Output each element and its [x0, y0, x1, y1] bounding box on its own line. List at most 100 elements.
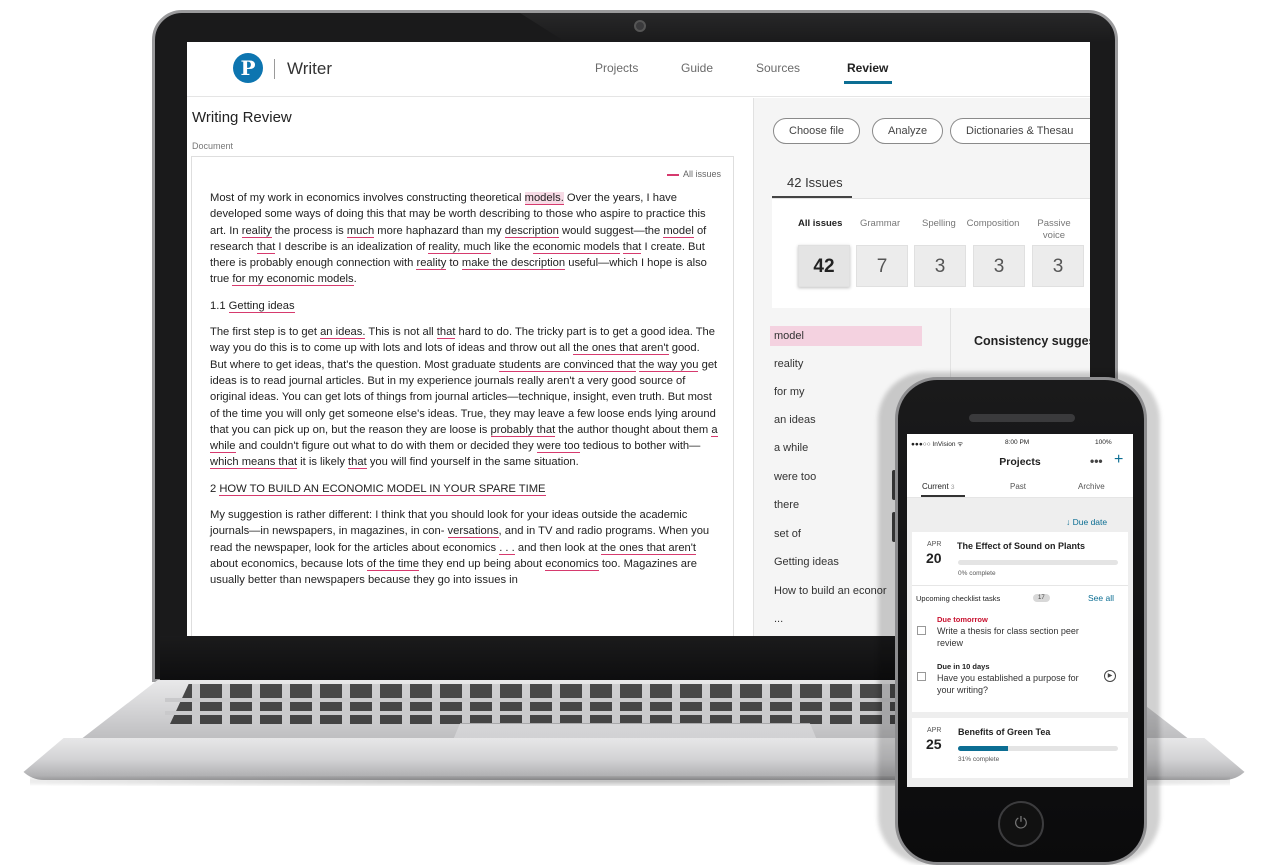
flagged-issue-text[interactable]: make the description: [461, 257, 566, 271]
category-grammar[interactable]: Grammar: [860, 218, 900, 229]
project-card[interactable]: APR 20 The Effect of Sound on Plants 0% …: [912, 532, 1128, 712]
flagged-issue-text[interactable]: versations: [447, 525, 499, 539]
count-all-issues[interactable]: 42: [798, 245, 850, 287]
issue-word-item[interactable]: reality: [770, 354, 922, 374]
body-text: The first step is to get: [210, 326, 321, 339]
project-title: The Effect of Sound on Plants: [957, 541, 1085, 551]
selected-issue-text[interactable]: models.: [524, 192, 564, 205]
body-text: tedious to bother with—: [579, 440, 701, 453]
count-spelling[interactable]: 3: [914, 245, 966, 287]
sort-due-date-button[interactable]: ↓ Due date: [1066, 517, 1107, 527]
paragraph: My suggestion is rather different: I thi…: [210, 507, 718, 588]
flagged-issue-text[interactable]: which means that: [210, 456, 298, 470]
nav-projects[interactable]: Projects: [595, 61, 638, 75]
paragraph: But where to get ideas, that's the quest…: [210, 357, 718, 471]
flagged-issue-text[interactable]: HOW TO BUILD AN ECONOMIC MODEL IN YOUR S…: [219, 482, 546, 496]
lid-glare: [520, 13, 1110, 43]
count-grammar[interactable]: 7: [856, 245, 908, 287]
body-text: Most of my work in economics involves co…: [210, 192, 525, 204]
flagged-issue-text[interactable]: economic models: [532, 240, 620, 254]
tab-current[interactable]: Current 3: [922, 482, 955, 491]
document-label: Document: [192, 141, 234, 151]
category-passive-voice[interactable]: Passive voice: [1037, 218, 1071, 242]
flagged-issue-text[interactable]: much: [346, 224, 375, 238]
add-project-icon[interactable]: +: [1114, 451, 1123, 469]
flagged-issue-text[interactable]: that: [256, 240, 276, 254]
body-text: .: [353, 273, 357, 286]
tab-archive[interactable]: Archive: [1078, 482, 1105, 491]
flagged-issue-text[interactable]: that: [622, 240, 642, 254]
page-title: Writing Review: [192, 109, 292, 126]
webcam-icon: [634, 20, 646, 32]
pearson-logo-icon[interactable]: P: [233, 53, 263, 83]
flagged-issue-text[interactable]: Getting ideas: [228, 299, 295, 313]
dictionaries-thesaurus-button[interactable]: Dictionaries & Thesau: [950, 118, 1090, 144]
tab-past[interactable]: Past: [1010, 482, 1026, 491]
app-name: Writer: [287, 59, 333, 78]
task-text: Have you established a purpose for your …: [937, 673, 1079, 695]
body-text: about economics, because lots: [210, 557, 367, 570]
power-icon: ⏻: [998, 801, 1044, 847]
analyze-button[interactable]: Analyze: [872, 118, 944, 144]
body-text: and then look at: [514, 541, 601, 554]
flagged-issue-text[interactable]: that: [348, 456, 367, 470]
choose-file-button[interactable]: Choose file: [773, 118, 861, 144]
logo-divider: [274, 59, 275, 79]
flagged-issue-text[interactable]: students are convinced that: [498, 358, 636, 372]
more-icon[interactable]: •••: [1090, 454, 1103, 468]
body-text: I describe is an idealization of: [275, 240, 429, 253]
flagged-issue-text[interactable]: were too: [536, 440, 580, 454]
app-header: P Writer Projects Guide Sources Review: [187, 42, 1090, 97]
body-text: This is not all: [365, 326, 437, 339]
progress-fill: [958, 746, 1008, 751]
body-text: and couldn't figure out what to do with …: [235, 440, 537, 453]
nav-guide[interactable]: Guide: [681, 61, 713, 75]
flagged-issue-text[interactable]: reality: [241, 224, 272, 238]
suggestion-title: Consistency sugges: [974, 334, 1090, 348]
flagged-issue-text[interactable]: model: [663, 224, 694, 238]
count-composition[interactable]: 3: [973, 245, 1025, 287]
card-divider: [912, 585, 1128, 586]
tab-issues[interactable]: 42 Issues: [787, 175, 843, 190]
body-text: you will find yourself in the same situa…: [366, 456, 579, 469]
project-card[interactable]: APR 25 Benefits of Green Tea 31% complet…: [912, 718, 1128, 778]
task-checkbox[interactable]: [917, 672, 926, 681]
see-all-link[interactable]: See all: [1088, 593, 1114, 603]
category-composition[interactable]: Composition: [962, 218, 1024, 229]
play-icon[interactable]: ▶: [1104, 670, 1116, 682]
phone-speaker: [969, 414, 1075, 422]
body-text: 2: [210, 482, 220, 495]
flagged-issue-text[interactable]: . . .: [499, 541, 515, 555]
body-text: the author thought about them: [555, 423, 712, 436]
all-issues-legend: All issues: [667, 169, 721, 179]
body-text: would suggest—the: [558, 224, 664, 237]
flagged-issue-text[interactable]: for my economic models: [232, 273, 354, 287]
nav-sources[interactable]: Sources: [756, 61, 800, 75]
nav-review[interactable]: Review: [847, 61, 888, 75]
flagged-issue-text[interactable]: the way you: [638, 358, 699, 372]
document-viewer[interactable]: All issues Most of my work in economics …: [191, 156, 734, 636]
flagged-issue-text[interactable]: reality: [416, 257, 447, 271]
project-month: APR: [927, 541, 942, 548]
body-text: it is likely: [297, 456, 349, 469]
task-checkbox[interactable]: [917, 626, 926, 635]
count-passive-voice[interactable]: 3: [1032, 245, 1084, 287]
flagged-issue-text[interactable]: description: [504, 224, 559, 238]
category-all-issues[interactable]: All issues: [798, 218, 842, 229]
flagged-issue-text[interactable]: reality, much: [428, 240, 491, 254]
device-mockup: P Writer Projects Guide Sources Review W…: [0, 0, 1269, 865]
flagged-issue-text[interactable]: an ideas.: [320, 326, 366, 340]
issue-word-item[interactable]: model: [770, 326, 922, 346]
body-text: like the: [490, 240, 533, 253]
flagged-issue-text[interactable]: the ones that aren't: [600, 541, 697, 555]
flagged-issue-text[interactable]: probably that: [490, 423, 556, 437]
flagged-issue-text[interactable]: that: [436, 326, 456, 340]
category-spelling[interactable]: Spelling: [922, 218, 956, 229]
project-month: APR: [927, 727, 942, 734]
body-text: they end up being about: [418, 557, 546, 570]
body-text: good.: [668, 342, 700, 355]
flagged-issue-text[interactable]: the ones that aren't: [573, 342, 669, 356]
flagged-issue-text[interactable]: of the time: [366, 557, 419, 571]
flagged-issue-text[interactable]: economics: [545, 557, 599, 571]
battery-text: 100%: [1095, 439, 1112, 446]
